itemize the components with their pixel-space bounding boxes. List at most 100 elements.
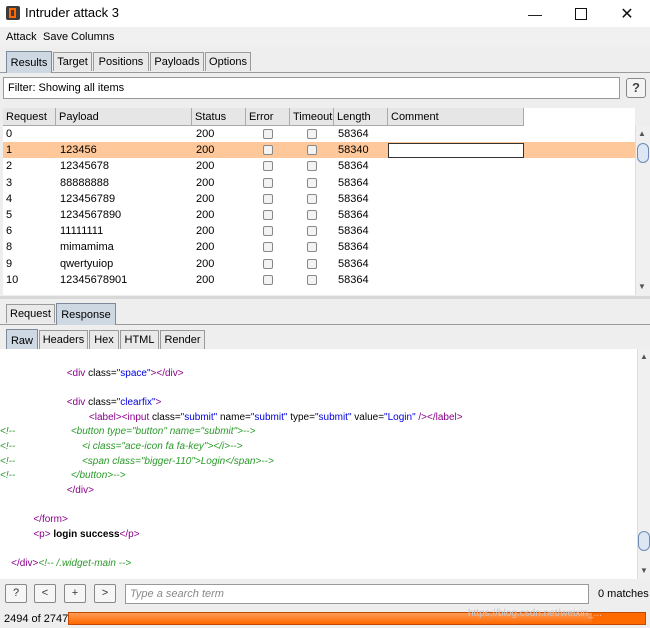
col-status[interactable]: Status <box>192 108 246 126</box>
tab-html[interactable]: HTML <box>120 330 159 349</box>
error-checkbox[interactable] <box>263 242 273 253</box>
error-checkbox[interactable] <box>263 161 273 172</box>
cell-payload: mimamima <box>60 241 114 254</box>
filter-help-button[interactable]: ? <box>626 78 646 98</box>
timeout-checkbox[interactable] <box>307 274 317 285</box>
tab-options[interactable]: Options <box>205 52 251 71</box>
col-comment[interactable]: Comment <box>388 108 524 126</box>
cell-status: 200 <box>196 273 215 286</box>
error-checkbox[interactable] <box>263 177 273 188</box>
response-editor[interactable]: <div class="space"></div> <div class="cl… <box>0 349 637 579</box>
search-input[interactable]: Type a search term <box>125 584 589 604</box>
cell-status: 200 <box>196 160 215 173</box>
timeout-checkbox[interactable] <box>307 129 317 139</box>
comment-input[interactable] <box>388 143 524 159</box>
menu-columns[interactable]: Columns <box>71 31 114 43</box>
table-row[interactable]: 0 200 58364 <box>3 126 635 142</box>
search-help-button[interactable]: ? <box>5 584 27 603</box>
search-next-button[interactable]: > <box>94 584 116 603</box>
error-checkbox[interactable] <box>263 145 273 156</box>
table-row[interactable]: 6 11111111 200 58364 <box>3 223 635 239</box>
editor-scroll-down-icon[interactable]: ▼ <box>638 565 650 577</box>
col-payload[interactable]: Payload <box>56 108 192 126</box>
tab-positions[interactable]: Positions <box>93 52 149 71</box>
table-row[interactable]: 10 12345678901 200 58364 <box>3 272 635 288</box>
code-token: <p> <box>33 528 54 540</box>
table-row[interactable]: 4 123456789 200 58364 <box>3 191 635 207</box>
filter-bar[interactable]: Filter: Showing all items <box>3 77 620 99</box>
cell-length: 58364 <box>338 192 369 205</box>
cell-request: 10 <box>6 273 19 286</box>
timeout-checkbox[interactable] <box>307 242 317 253</box>
req-resp-tab-row: Request Response <box>0 302 650 325</box>
error-checkbox[interactable] <box>263 193 273 204</box>
code-line: <!-- </button>--> <box>0 470 126 481</box>
cell-payload: 11111111 <box>60 225 104 238</box>
table-row[interactable]: 8 mimamima 200 58364 <box>3 239 635 255</box>
code-token: <!-- <span class="bigger-110">Login</spa… <box>0 455 274 467</box>
close-icon[interactable]: ✕ <box>604 0 650 27</box>
code-token: </form> <box>33 514 68 525</box>
timeout-checkbox[interactable] <box>307 177 317 188</box>
watermark: https://blog.csdn.net/weixin_... <box>468 608 602 619</box>
code-token: "submit" <box>180 411 220 423</box>
error-checkbox[interactable] <box>263 274 273 285</box>
tab-target[interactable]: Target <box>53 52 92 71</box>
editor-scrollbar[interactable]: ▲ ▼ <box>637 349 650 579</box>
timeout-checkbox[interactable] <box>307 193 317 204</box>
timeout-checkbox[interactable] <box>307 258 317 269</box>
code-line: </form> <box>0 514 68 525</box>
table-row[interactable]: 1 123456 200 58340 <box>3 142 635 159</box>
code-token: <div <box>66 368 89 379</box>
search-prev-button[interactable]: < <box>34 584 56 603</box>
cell-status: 200 <box>196 144 215 157</box>
scroll-up-icon[interactable]: ▲ <box>636 128 648 140</box>
tab-hex[interactable]: Hex <box>89 330 119 349</box>
table-row[interactable]: 9 qwertyuiop 200 58364 <box>3 256 635 272</box>
cell-request: 9 <box>6 257 13 270</box>
editor-scroll-up-icon[interactable]: ▲ <box>638 351 650 363</box>
code-token: <!-- /.widget-main --> <box>38 557 132 569</box>
scroll-thumb[interactable] <box>637 143 649 163</box>
timeout-checkbox[interactable] <box>307 161 317 172</box>
minimize-icon[interactable]: — <box>512 0 558 27</box>
menu-save[interactable]: Save <box>43 31 68 43</box>
table-row[interactable]: 3 88888888 200 58364 <box>3 175 635 191</box>
error-checkbox[interactable] <box>263 226 273 237</box>
tab-response[interactable]: Response <box>56 303 116 325</box>
cell-request: 8 <box>6 241 13 254</box>
cell-status: 200 <box>196 241 215 254</box>
tab-request[interactable]: Request <box>6 304 55 323</box>
table-row[interactable]: 2 12345678 200 58364 <box>3 158 635 174</box>
timeout-checkbox[interactable] <box>307 210 317 220</box>
cell-status: 200 <box>196 209 215 221</box>
tab-payloads[interactable]: Payloads <box>150 52 204 71</box>
col-request[interactable]: Request <box>3 108 56 126</box>
splitter[interactable] <box>0 296 650 299</box>
tab-results[interactable]: Results <box>6 51 52 73</box>
code-token: </div> <box>66 484 94 496</box>
error-checkbox[interactable] <box>263 210 273 220</box>
col-error[interactable]: Error <box>246 108 290 126</box>
tab-render[interactable]: Render <box>160 330 205 349</box>
col-timeout[interactable]: Timeout <box>290 108 334 126</box>
error-checkbox[interactable] <box>263 129 273 139</box>
col-length[interactable]: Length <box>334 108 388 126</box>
code-token: "submit" <box>250 411 291 423</box>
request-count: 2494 of 2747 <box>4 613 69 625</box>
window-title: Intruder attack 3 <box>25 5 119 20</box>
timeout-checkbox[interactable] <box>307 226 317 237</box>
editor-scroll-thumb[interactable] <box>638 531 650 551</box>
search-add-button[interactable]: + <box>64 584 86 603</box>
error-checkbox[interactable] <box>263 258 273 269</box>
table-scrollbar[interactable]: ▲ ▼ <box>635 126 650 295</box>
table-row[interactable]: 5 1234567890 200 58364 <box>3 207 635 223</box>
maximize-icon[interactable] <box>558 0 604 27</box>
tab-headers[interactable]: Headers <box>39 330 88 349</box>
tab-raw[interactable]: Raw <box>6 329 38 351</box>
timeout-checkbox[interactable] <box>307 145 317 156</box>
menu-attack[interactable]: Attack <box>6 31 37 43</box>
code-token: ></div> <box>150 368 184 379</box>
scroll-down-icon[interactable]: ▼ <box>636 281 648 293</box>
code-token: name= <box>220 411 251 423</box>
